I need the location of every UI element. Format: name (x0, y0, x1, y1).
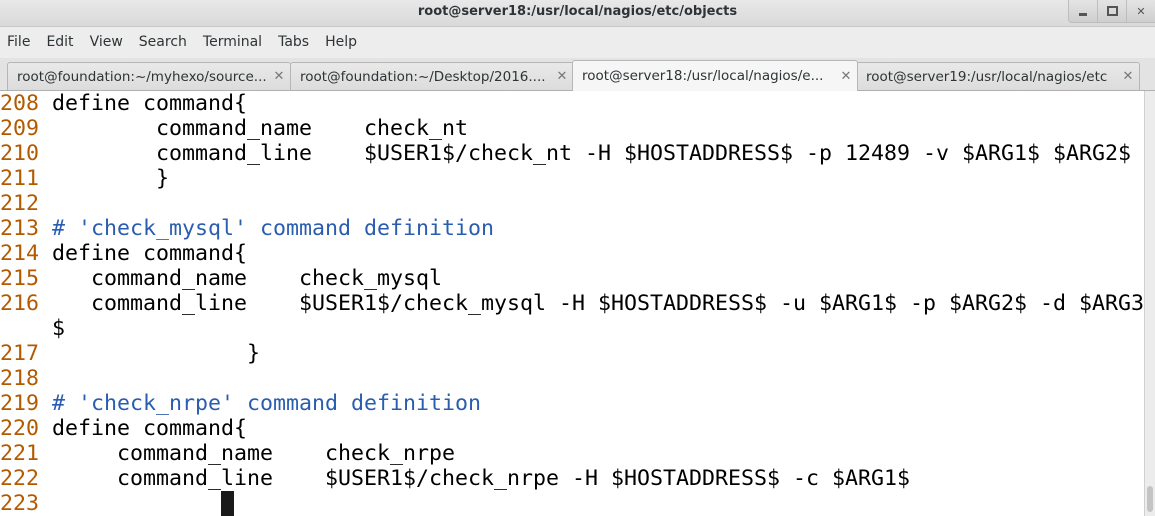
line-number: 211 (0, 166, 53, 191)
tab-label: root@server19:/usr/local/nagios/etc (866, 68, 1108, 85)
terminal-line: 221 command_name check_nrpe (0, 441, 1144, 466)
maximize-button[interactable] (1098, 0, 1127, 22)
close-icon[interactable]: ✕ (835, 69, 857, 84)
terminal-line: 212 (0, 191, 1144, 216)
line-number: 209 (0, 116, 53, 141)
terminal-line: 223 } (0, 491, 1144, 516)
line-number: 218 (0, 366, 53, 391)
code-text: command_name check_mysql (52, 266, 443, 291)
code-comment: # 'check_mysql' command definition (52, 216, 495, 241)
menu-help[interactable]: Help (317, 34, 365, 50)
terminal-text: 208 define command{209 command_name chec… (0, 91, 1144, 516)
code-text: define command{ (52, 241, 248, 266)
code-text: define command{ (52, 91, 248, 116)
terminal-line: 214 define command{ (0, 241, 1144, 266)
menu-bar: File Edit View Search Terminal Tabs Help (0, 27, 1155, 57)
menu-view[interactable]: View (82, 34, 131, 50)
code-text: command_line $USER1$/check_nt -H $HOSTAD… (52, 141, 1132, 166)
window-controls: ✕ (1068, 0, 1155, 23)
maximize-icon (1106, 6, 1118, 16)
terminal-line: 210 command_line $USER1$/check_nt -H $HO… (0, 141, 1144, 166)
terminal-line: 219 # 'check_nrpe' command definition (0, 391, 1144, 416)
menu-search[interactable]: Search (131, 34, 195, 50)
code-text: command_line $USER1$/check_nrpe -H $HOST… (52, 466, 911, 491)
terminal-line: $ (0, 316, 1144, 341)
close-icon: ✕ (1136, 4, 1146, 18)
terminal-line: 211 } (0, 166, 1144, 191)
line-number: 221 (0, 441, 53, 466)
close-icon[interactable]: ✕ (551, 69, 573, 84)
close-icon[interactable]: ✕ (1117, 69, 1139, 84)
terminal-line: 216 command_line $USER1$/check_mysql -H … (0, 291, 1144, 316)
line-number: 222 (0, 466, 53, 491)
line-number: 208 (0, 91, 53, 116)
tab-foundation-myhexo[interactable]: root@foundation:~/myhexo/source... ✕ (7, 62, 291, 90)
terminal-view[interactable]: 208 define command{209 command_name chec… (0, 91, 1155, 516)
menu-file[interactable]: File (0, 34, 38, 50)
code-text: command_name check_nrpe (52, 441, 456, 466)
terminal-line: 213 # 'check_mysql' command definition (0, 216, 1144, 241)
close-icon[interactable]: ✕ (268, 69, 290, 84)
line-number: 220 (0, 416, 53, 441)
minimize-button[interactable] (1069, 0, 1098, 22)
line-number: 219 (0, 391, 53, 416)
terminal-line: 218 (0, 366, 1144, 391)
line-number: 210 (0, 141, 53, 166)
window-titlebar[interactable]: root@server18:/usr/local/nagios/etc/obje… (0, 0, 1155, 27)
terminal-line: 208 define command{ (0, 91, 1144, 116)
menu-edit[interactable]: Edit (38, 34, 81, 50)
line-number: 214 (0, 241, 53, 266)
tab-bar: root@foundation:~/myhexo/source... ✕ roo… (0, 58, 1155, 91)
terminal-line: 217 } (0, 341, 1144, 366)
code-text: } (52, 341, 261, 366)
tab-foundation-desktop[interactable]: root@foundation:~/Desktop/2016.... ✕ (290, 62, 574, 90)
code-text: define command{ (52, 416, 248, 441)
tab-server18[interactable]: root@server18:/usr/local/nagios/e... ✕ (572, 60, 858, 91)
line-number (0, 316, 52, 341)
menu-terminal[interactable]: Terminal (195, 34, 270, 50)
terminal-line: 215 command_name check_mysql (0, 266, 1144, 291)
line-number: 213 (0, 216, 53, 241)
close-button[interactable]: ✕ (1127, 0, 1155, 22)
code-text: command_line $USER1$/check_mysql -H $HOS… (52, 291, 1145, 316)
line-number: 223 (0, 491, 53, 516)
terminal-scrollbar[interactable] (1144, 91, 1155, 516)
tab-label: root@foundation:~/Desktop/2016.... (300, 68, 546, 85)
code-text: $ (52, 316, 66, 341)
text-cursor: } (221, 491, 235, 516)
minimize-icon (1079, 12, 1087, 16)
line-number: 217 (0, 341, 53, 366)
code-text: } (52, 166, 170, 191)
line-number: 215 (0, 266, 53, 291)
code-comment: # 'check_nrpe' command definition (52, 391, 482, 416)
tab-label: root@foundation:~/myhexo/source... (17, 68, 267, 85)
menu-tabs[interactable]: Tabs (270, 34, 317, 50)
line-number: 216 (0, 291, 53, 316)
scrollbar-thumb[interactable] (1147, 486, 1153, 512)
terminal-line: 222 command_line $USER1$/check_nrpe -H $… (0, 466, 1144, 491)
terminal-line: 220 define command{ (0, 416, 1144, 441)
tab-label: root@server18:/usr/local/nagios/e... (582, 68, 824, 84)
code-text: command_name check_nt (52, 116, 469, 141)
line-number: 212 (0, 191, 53, 216)
tab-server19[interactable]: root@server19:/usr/local/nagios/etc ✕ (856, 62, 1140, 90)
window-title: root@server18:/usr/local/nagios/etc/obje… (417, 4, 738, 19)
terminal-line: 209 command_name check_nt (0, 116, 1144, 141)
